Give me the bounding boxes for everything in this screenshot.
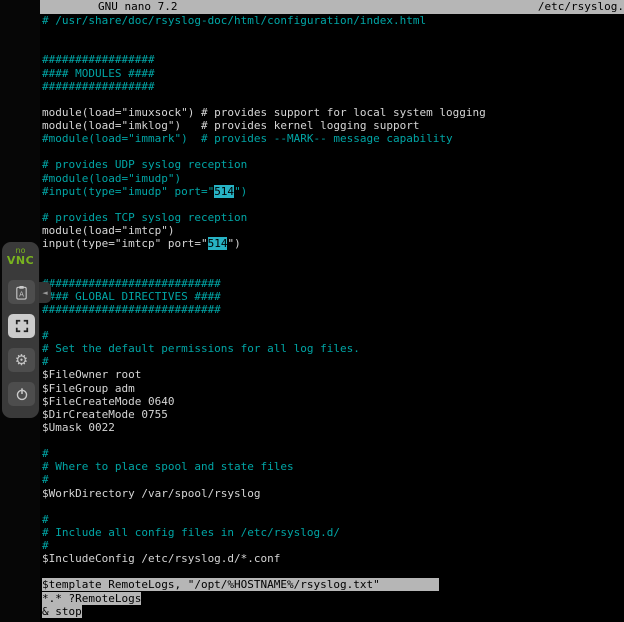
editor-line-blank <box>40 250 624 263</box>
editor-line: ################# <box>40 80 624 93</box>
chevron-left-icon: ◄ <box>42 289 47 297</box>
editor-line: # Include all config files in /etc/rsysl… <box>40 526 624 539</box>
gear-icon: ⚙ <box>15 351 28 369</box>
novnc-logo-bottom: VNC <box>2 255 39 267</box>
editor-line: $Umask 0022 <box>40 421 624 434</box>
editor-buffer: # /usr/share/doc/rsyslog-doc/html/config… <box>40 14 624 618</box>
editor-line: module(load="imuxsock") # provides suppo… <box>40 106 624 119</box>
novnc-logo: no VNC <box>2 242 39 267</box>
editor-line-blank <box>40 27 624 40</box>
editor-line: #module(load="imudp") <box>40 172 624 185</box>
fullscreen-icon <box>15 319 29 333</box>
editor-line-selected: $template RemoteLogs, "/opt/%HOSTNAME%/r… <box>40 578 624 591</box>
editor-line: ########################### <box>40 277 624 290</box>
editor-line-blank <box>40 434 624 447</box>
settings-button[interactable]: ⚙ <box>8 348 35 372</box>
editor-line-blank <box>40 565 624 578</box>
editor-line: #### GLOBAL DIRECTIVES #### <box>40 290 624 303</box>
terminal[interactable]: GNU nano 7.2 /etc/rsyslog. # /usr/share/… <box>40 0 624 622</box>
editor-line-blank <box>40 145 624 158</box>
editor-line: #### MODULES #### <box>40 67 624 80</box>
editor-line: #input(type="imudp" port="514") <box>40 185 624 198</box>
editor-line: ########################### <box>40 303 624 316</box>
editor-line-blank <box>40 316 624 329</box>
control-bar-collapse-handle[interactable]: ◄ <box>39 282 51 303</box>
selected-text: $template RemoteLogs, "/opt/%HOSTNAME%/r… <box>42 578 439 591</box>
editor-line: # Where to place spool and state files <box>40 460 624 473</box>
editor-line: # provides TCP syslog reception <box>40 211 624 224</box>
editor-line: $FileGroup adm <box>40 382 624 395</box>
editor-line: $DirCreateMode 0755 <box>40 408 624 421</box>
selected-text: *.* ?RemoteLogs <box>42 592 141 605</box>
vnc-control-bar: no VNC A ⚙ <box>2 242 39 418</box>
editor-line: input(type="imtcp" port="514") <box>40 237 624 250</box>
power-button[interactable] <box>8 382 35 406</box>
editor-line: $IncludeConfig /etc/rsyslog.d/*.conf <box>40 552 624 565</box>
editor-line: # /usr/share/doc/rsyslog-doc/html/config… <box>40 14 624 27</box>
editor-line: $FileCreateMode 0640 <box>40 395 624 408</box>
search-match: 514 <box>208 237 228 250</box>
editor-line: $WorkDirectory /var/spool/rsyslog <box>40 487 624 500</box>
editor-line: # Set the default permissions for all lo… <box>40 342 624 355</box>
power-icon <box>15 387 29 401</box>
editor-line-blank <box>40 500 624 513</box>
search-match: 514 <box>214 185 234 198</box>
editor-line: $FileOwner root <box>40 368 624 381</box>
clipboard-button[interactable]: A <box>8 280 35 304</box>
editor-line: # <box>40 539 624 552</box>
editor-line: # provides UDP syslog reception <box>40 158 624 171</box>
nano-titlebar: GNU nano 7.2 /etc/rsyslog. <box>40 0 624 14</box>
editor-line: # <box>40 329 624 342</box>
editor-line: ################# <box>40 53 624 66</box>
vnc-side-column: no VNC A ⚙ <box>0 0 40 622</box>
editor-line-selected: & stop <box>40 605 624 618</box>
editor-line: # <box>40 447 624 460</box>
fullscreen-button[interactable] <box>8 314 35 338</box>
editor-line: # <box>40 355 624 368</box>
editor-line: # <box>40 513 624 526</box>
editor-line: #module(load="immark") # provides --MARK… <box>40 132 624 145</box>
nano-filename: /etc/rsyslog. <box>538 0 624 14</box>
editor-line-selected: *.* ?RemoteLogs <box>40 592 624 605</box>
editor-line: # <box>40 473 624 486</box>
editor-line: module(load="imtcp") <box>40 224 624 237</box>
editor-line-blank <box>40 93 624 106</box>
svg-text:A: A <box>19 289 24 298</box>
editor-line-blank <box>40 198 624 211</box>
clipboard-icon: A <box>14 285 29 300</box>
editor-line: module(load="imklog") # provides kernel … <box>40 119 624 132</box>
selected-text: & stop <box>42 605 82 618</box>
editor-line-blank <box>40 263 624 276</box>
editor-line-blank <box>40 40 624 53</box>
nano-version: GNU nano 7.2 <box>40 0 177 14</box>
